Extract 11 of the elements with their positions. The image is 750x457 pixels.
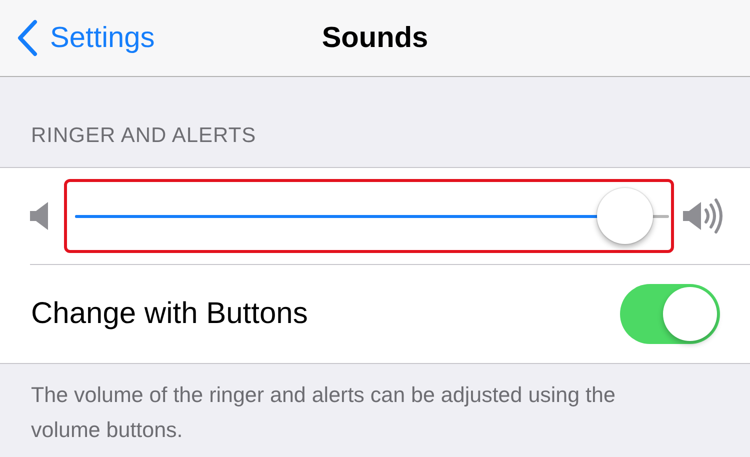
screen-title: Sounds	[322, 22, 428, 54]
back-chevron-icon	[16, 19, 38, 57]
speaker-icon	[30, 202, 50, 230]
section-header: RINGER AND ALERTS	[31, 124, 258, 149]
slider-thumb[interactable]	[596, 188, 653, 244]
section-footer: The volume of the ringer and alerts can be adjusted using the volume buttons.	[31, 378, 681, 448]
back-button[interactable]: Settings	[0, 19, 155, 57]
volume-slider[interactable]	[75, 188, 669, 244]
speaker-waves-icon	[683, 196, 725, 236]
toggle-switch[interactable]	[620, 284, 720, 344]
setting-label: Change with Buttons	[31, 297, 308, 331]
